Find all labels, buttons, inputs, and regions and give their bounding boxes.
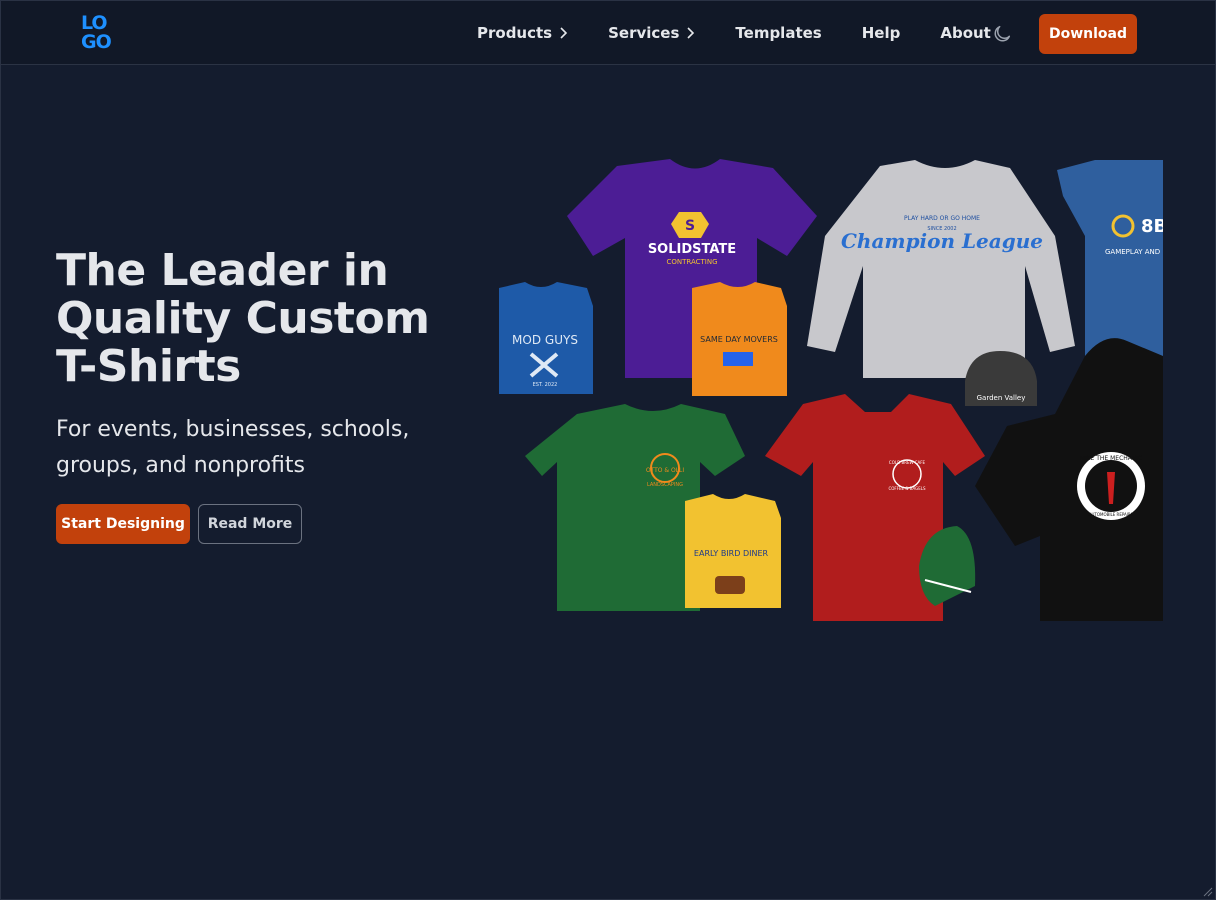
tshirt-sublabel: EST. 2022 [533,382,558,388]
nav-item-templates[interactable]: Templates [735,24,821,42]
chevron-right-icon [687,27,695,39]
tshirt-label: OTTO & OLLI [646,467,685,474]
nav-item-about[interactable]: About [940,24,991,42]
beanie: Garden Valley [965,351,1037,406]
blue-folded-tshirt: MOD GUYS EST. 2022 [499,282,593,394]
hoodie-label: MIKE THE MECHANIC [1080,455,1143,462]
polo-label: COLD BREW CAFE [889,460,926,465]
start-designing-button[interactable]: Start Designing [56,504,190,544]
apparel-collage-svg: S SOLIDSTATE CONTRACTING MOD GUYS EST. 2… [499,159,1163,621]
hero-subtitle: For events, businesses, schools, groups,… [56,412,436,484]
navbar: LO GO Products Services Templates Help A… [1,1,1215,65]
sweatshirt-tagline: PLAY HARD OR GO HOME [904,215,980,222]
logo[interactable]: LO GO [81,14,123,54]
grey-sweatshirt: PLAY HARD OR GO HOME Champion League SIN… [807,160,1075,378]
tshirt-label: 8B TE [1141,216,1163,237]
sweatshirt-since: SINCE 2002 [927,226,956,232]
tshirt-label: SOLIDSTATE [648,242,736,257]
beanie-label: Garden Valley [977,394,1026,402]
svg-text:S: S [685,218,695,234]
polo-sublabel: COFFEE & BAGELS [888,486,926,491]
read-more-button[interactable]: Read More [198,504,302,544]
hoodie-sublabel: AUTOMOBILE REPAIRS [1089,512,1134,517]
hero-title-line: Quality Custom [56,293,430,344]
sweatshirt-label: Champion League [841,229,1043,253]
hero-subtitle-line: For events, businesses, schools, [56,417,410,442]
chevron-right-icon [560,27,568,39]
hero-title-line: T-Shirts [56,341,241,392]
nav-item-label: Products [477,24,553,42]
tshirt-sublabel: GAMEPLAY AND R [1105,248,1163,256]
hero-title: The Leader in Quality Custom T-Shirts [56,247,456,391]
tshirt-sublabel: LANDSCAPING [647,482,683,488]
tshirt-label: EARLY BIRD DINER [694,549,769,558]
resize-grip-icon[interactable] [1201,885,1213,897]
hero-title-line: The Leader in [56,245,389,296]
orange-folded-tshirt: SAME DAY MOVERS [692,282,787,396]
nav-item-services[interactable]: Services [608,24,695,42]
download-button[interactable]: Download [1039,14,1137,54]
apparel-collage-image: S SOLIDSTATE CONTRACTING MOD GUYS EST. 2… [495,156,1163,626]
nav-item-label: Services [608,24,680,42]
nav-item-label: Help [861,24,901,42]
nav-item-label: About [940,24,991,42]
nav-item-label: Templates [735,24,822,42]
nav-item-products[interactable]: Products [477,24,568,42]
tshirt-sublabel: CONTRACTING [666,258,717,266]
logo-bottom: GO [81,31,112,53]
hero-subtitle-line: groups, and nonprofits [56,453,306,478]
tshirt-label: MOD GUYS [512,333,578,347]
yellow-folded-tshirt: EARLY BIRD DINER [685,494,781,608]
nav-links: Products Services Templates Help About [477,1,1031,65]
tshirt-label: SAME DAY MOVERS [700,335,778,344]
nav-item-help[interactable]: Help [862,24,901,42]
moon-icon[interactable] [991,23,1013,45]
